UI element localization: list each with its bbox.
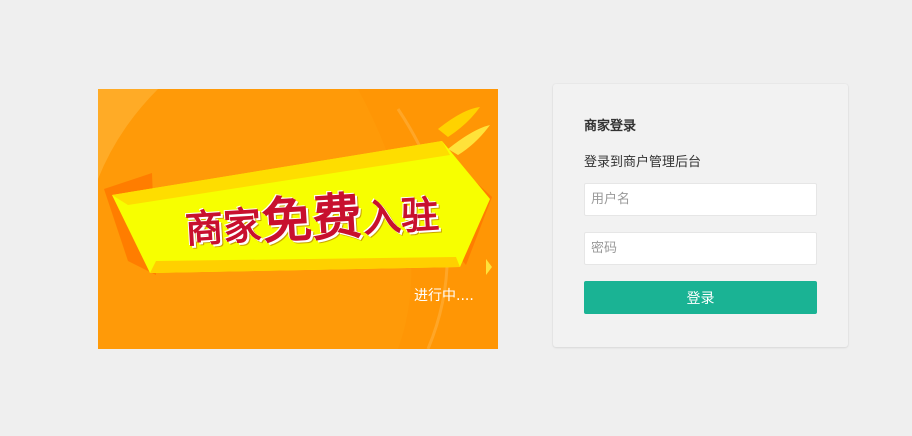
login-button[interactable]: 登录	[584, 281, 817, 314]
username-input[interactable]	[584, 183, 817, 216]
headline-part-1: 商家	[183, 202, 263, 252]
password-input[interactable]	[584, 232, 817, 265]
login-panel: 商家登录 登录到商户管理后台 登录	[553, 84, 848, 347]
promo-banner: 商家 免费 入驻 进行中....	[98, 89, 498, 349]
login-subtitle: 登录到商户管理后台	[584, 155, 702, 170]
banner-status-text: 进行中....	[414, 288, 474, 304]
headline-part-2: 免费	[260, 186, 364, 252]
headline-part-3: 入驻	[361, 191, 441, 241]
login-title: 商家登录	[584, 119, 637, 134]
